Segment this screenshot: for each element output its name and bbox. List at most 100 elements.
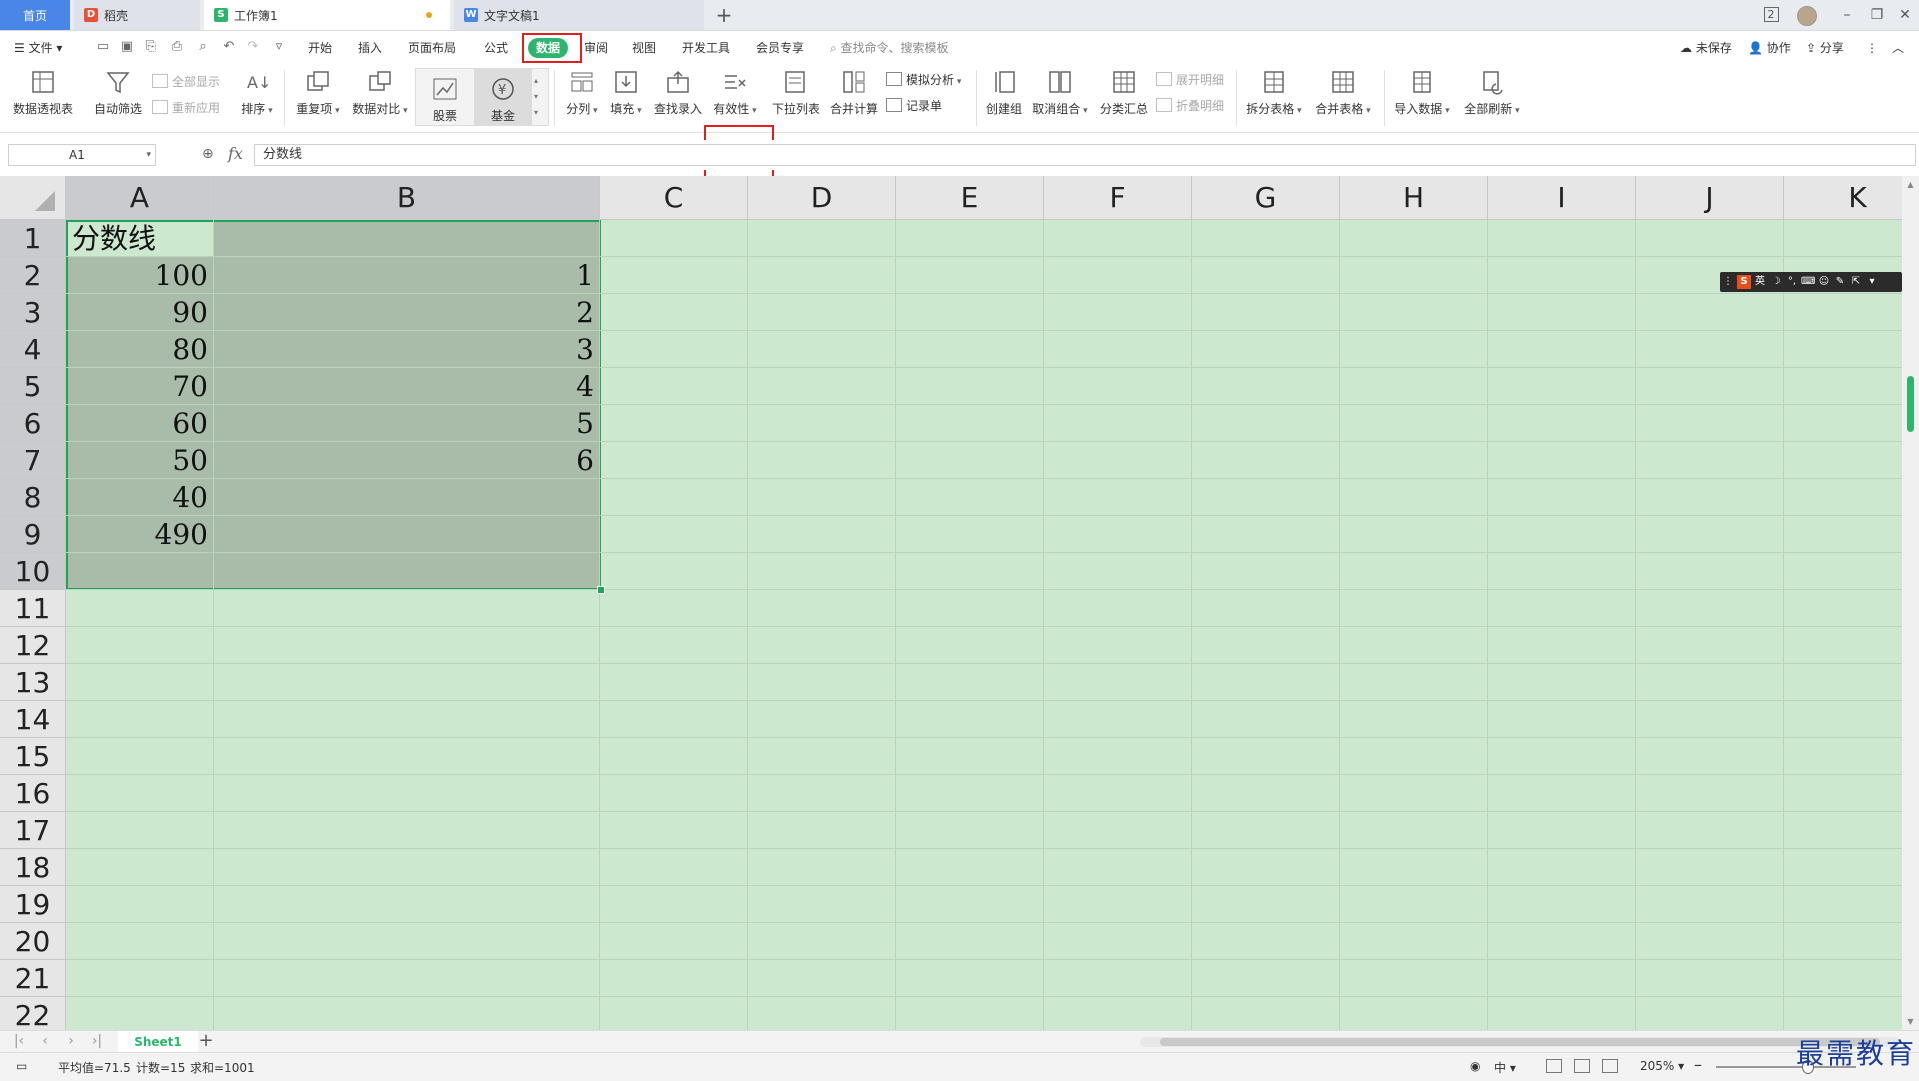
- data-validity-button[interactable]: 有效性: [708, 68, 762, 126]
- zoom-level[interactable]: 205% ▾: [1640, 1059, 1684, 1073]
- gallery-scroll-icon[interactable]: ▴ ▾ ▾: [534, 73, 538, 121]
- merge-table-button[interactable]: 合并表格: [1312, 68, 1374, 126]
- reapply-button[interactable]: 重新应用: [152, 98, 220, 118]
- undo-icon[interactable]: ↶: [222, 40, 236, 54]
- column-header-g[interactable]: G: [1192, 176, 1340, 220]
- wrench-icon[interactable]: ✎: [1833, 275, 1847, 289]
- horizontal-scrollbar[interactable]: [1140, 1037, 1900, 1047]
- function-icon[interactable]: fx: [228, 144, 243, 163]
- command-search[interactable]: ⌕ 查找命令、搜索模板: [830, 38, 949, 58]
- row-header-19[interactable]: 19: [0, 886, 66, 923]
- row-header-21[interactable]: 21: [0, 960, 66, 997]
- row-header-1[interactable]: 1: [0, 220, 66, 257]
- redo-icon[interactable]: ↷: [246, 40, 260, 54]
- tab-daoke[interactable]: D 稻壳: [74, 0, 200, 30]
- sogou-icon[interactable]: S: [1737, 275, 1751, 289]
- expand-detail-button[interactable]: 展开明细: [1156, 70, 1224, 90]
- row-header-11[interactable]: 11: [0, 590, 66, 627]
- collapse-detail-button[interactable]: 折叠明细: [1156, 96, 1224, 116]
- column-header-c[interactable]: C: [600, 176, 748, 220]
- first-sheet-icon[interactable]: |‹: [10, 1033, 28, 1049]
- vertical-scrollbar[interactable]: ▲ ▼: [1902, 176, 1919, 1030]
- prev-sheet-icon[interactable]: ‹: [36, 1033, 54, 1049]
- chevron-down-icon[interactable]: ▾: [146, 145, 151, 165]
- column-header-e[interactable]: E: [896, 176, 1044, 220]
- fill-handle[interactable]: [597, 586, 605, 594]
- ime-lang-icon[interactable]: 英: [1753, 275, 1767, 289]
- record-form-button[interactable]: 记录单: [886, 96, 942, 116]
- page-break-view-icon[interactable]: [1602, 1059, 1618, 1073]
- scroll-up-icon[interactable]: ▲: [1902, 180, 1919, 189]
- row-header-20[interactable]: 20: [0, 923, 66, 960]
- stock-button[interactable]: 股票: [416, 69, 474, 125]
- row-header-15[interactable]: 15: [0, 738, 66, 775]
- select-all-corner[interactable]: [0, 176, 66, 220]
- column-header-b[interactable]: B: [214, 176, 600, 220]
- last-sheet-icon[interactable]: ›|: [88, 1033, 106, 1049]
- print-icon[interactable]: ⎙: [170, 40, 184, 54]
- column-header-j[interactable]: J: [1636, 176, 1784, 220]
- row-header-6[interactable]: 6: [0, 405, 66, 442]
- row-header-5[interactable]: 5: [0, 368, 66, 405]
- sort-button[interactable]: A↓ 排序: [234, 68, 280, 126]
- tab-workbook[interactable]: S 工作簿1: [204, 0, 450, 30]
- cell-b2[interactable]: 1: [214, 257, 600, 294]
- menu-insert[interactable]: 插入: [358, 38, 382, 58]
- share-button[interactable]: ⇪ 分享: [1806, 38, 1844, 58]
- cell-a2[interactable]: 100: [66, 257, 214, 294]
- row-header-10[interactable]: 10: [0, 553, 66, 590]
- zoom-out-button[interactable]: –: [1694, 1055, 1702, 1074]
- add-sheet-button[interactable]: +: [196, 1031, 216, 1051]
- window-count-badge[interactable]: 2: [1756, 0, 1786, 30]
- input-mode[interactable]: 中 ▾: [1494, 1059, 1516, 1076]
- file-menu[interactable]: ☰ 文件 ▾: [14, 38, 62, 58]
- menu-review[interactable]: 审阅: [584, 38, 608, 58]
- cell-a3[interactable]: 90: [66, 294, 214, 331]
- row-header-8[interactable]: 8: [0, 479, 66, 516]
- scrollbar-thumb[interactable]: [1907, 376, 1914, 432]
- import-data-button[interactable]: 导入数据: [1392, 68, 1452, 126]
- page-layout-view-icon[interactable]: [1574, 1059, 1590, 1073]
- cell-b5[interactable]: 4: [214, 368, 600, 405]
- column-header-a[interactable]: A: [66, 176, 214, 220]
- export-icon[interactable]: ⎘: [144, 40, 158, 54]
- menu-member[interactable]: 会员专享: [756, 38, 804, 58]
- ime-toolbar[interactable]: ⋮ S 英 ☽ °, ⌨ ☺ ✎ ⇱ ▾: [1720, 272, 1902, 292]
- tab-home[interactable]: 首页: [0, 0, 70, 30]
- name-box[interactable]: A1 ▾: [8, 144, 156, 166]
- fill-button[interactable]: 填充: [606, 68, 646, 126]
- create-group-button[interactable]: 创建组: [982, 68, 1026, 126]
- new-file-icon[interactable]: ▭: [96, 40, 110, 54]
- menu-formula[interactable]: 公式: [484, 38, 508, 58]
- duplicates-button[interactable]: 重复项: [290, 68, 346, 126]
- row-header-4[interactable]: 4: [0, 331, 66, 368]
- user-icon[interactable]: ☺: [1817, 275, 1831, 289]
- row-header-7[interactable]: 7: [0, 442, 66, 479]
- normal-view-icon[interactable]: [1546, 1059, 1562, 1073]
- collab-button[interactable]: 👤 协作: [1748, 38, 1791, 58]
- split-column-button[interactable]: 分列: [562, 68, 602, 126]
- cell-b4[interactable]: 3: [214, 331, 600, 368]
- refresh-all-button[interactable]: 全部刷新: [1460, 68, 1524, 126]
- show-all-button[interactable]: 全部显示: [152, 72, 220, 92]
- row-header-14[interactable]: 14: [0, 701, 66, 738]
- row-header-9[interactable]: 9: [0, 516, 66, 553]
- restore-button[interactable]: ❐: [1862, 0, 1892, 30]
- row-header-2[interactable]: 2: [0, 257, 66, 294]
- cell-a4[interactable]: 80: [66, 331, 214, 368]
- more-options-icon[interactable]: ⋮: [1866, 38, 1878, 58]
- column-header-f[interactable]: F: [1044, 176, 1192, 220]
- cell-b7[interactable]: 6: [214, 442, 600, 479]
- tab-document[interactable]: W 文字文稿1: [454, 0, 704, 30]
- print-preview-icon[interactable]: ⌕: [196, 40, 210, 54]
- cell-a9[interactable]: 490: [66, 516, 214, 553]
- split-table-button[interactable]: 拆分表格: [1244, 68, 1304, 126]
- menu-start[interactable]: 开始: [308, 38, 332, 58]
- keyboard-icon[interactable]: ⌨: [1801, 275, 1815, 289]
- dropdown-list-button[interactable]: 下拉列表: [772, 68, 820, 126]
- row-header-13[interactable]: 13: [0, 664, 66, 701]
- whatif-analysis-button[interactable]: 模拟分析: [886, 70, 961, 90]
- eye-protection-icon[interactable]: ◉: [1470, 1059, 1480, 1073]
- row-header-3[interactable]: 3: [0, 294, 66, 331]
- consolidate-button[interactable]: 合并计算: [828, 68, 880, 126]
